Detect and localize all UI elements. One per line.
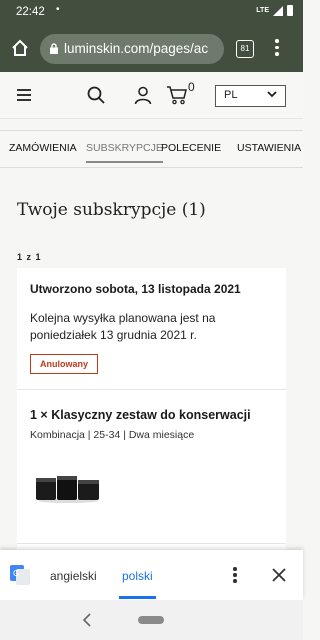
divider [17, 389, 286, 390]
back-icon[interactable] [82, 613, 92, 627]
google-translate-icon: G [10, 565, 30, 585]
pagination-label: 1 z 1 [17, 252, 42, 262]
status-bar: 22:42 • LTE [0, 0, 303, 26]
status-badge: Anulowany [30, 354, 99, 374]
svg-text:G: G [13, 569, 19, 578]
hamburger-menu-icon[interactable] [17, 89, 31, 101]
next-shipment-text: Kolejna wysyłka planowana jest na ponied… [30, 311, 216, 342]
product-image [36, 476, 99, 503]
translate-bar: G angielski polski [0, 550, 303, 600]
status-time: 22:42 [16, 6, 45, 18]
language-value: PL [224, 89, 238, 101]
source-language-tab[interactable]: angielski [50, 569, 97, 583]
page-title: Twoje subskrypcje (1) [17, 200, 206, 220]
site-header: 0 PL [0, 72, 303, 119]
home-icon[interactable] [10, 38, 30, 58]
translate-menu-icon[interactable] [233, 567, 237, 583]
account-icon[interactable] [133, 85, 153, 105]
language-select[interactable]: PL [215, 85, 286, 107]
network-label: LTE [256, 7, 269, 14]
tab-switcher-button[interactable]: 81 [236, 40, 254, 58]
notification-dot: • [56, 4, 60, 15]
tab-settings[interactable]: USTAWIENIA [237, 142, 301, 154]
tab-subscriptions[interactable]: SUBSKRYPCJE [86, 142, 163, 163]
created-date: Utworzono sobota, 13 listopada 2021 [30, 282, 241, 296]
search-icon[interactable] [86, 85, 106, 105]
close-icon[interactable] [272, 568, 286, 582]
signal-icon [273, 5, 283, 16]
subscription-card: Utworzono sobota, 13 listopada 2021 Kole… [17, 268, 286, 558]
url-text: luminskin.com/pages/ac [64, 41, 209, 56]
account-tabs: ZAMÓWIENIA SUBSKRYPCJE POLECENIE USTAWIE… [0, 130, 303, 168]
status-icons: LTE [256, 5, 293, 16]
home-pill[interactable] [138, 616, 164, 624]
cart-icon[interactable] [166, 85, 190, 105]
tab-orders[interactable]: ZAMÓWIENIA [9, 142, 77, 154]
address-bar[interactable]: luminskin.com/pages/ac [40, 34, 224, 64]
active-language-indicator [119, 596, 156, 599]
browser-toolbar: luminskin.com/pages/ac 81 [0, 26, 303, 72]
tab-referral[interactable]: POLECENIE [161, 142, 221, 154]
target-language-tab[interactable]: polski [122, 569, 153, 583]
system-nav-bar [0, 600, 303, 640]
lock-icon [50, 43, 58, 54]
product-title: 1 × Klasyczny zestaw do konserwacji [30, 408, 251, 422]
browser-menu-icon[interactable] [274, 39, 280, 59]
battery-icon [287, 5, 293, 16]
divider [17, 543, 286, 544]
chevron-down-icon [267, 91, 277, 98]
product-meta: Kombinacja | 25-34 | Dwa miesiące [30, 429, 195, 441]
cart-count: 0 [188, 80, 195, 94]
